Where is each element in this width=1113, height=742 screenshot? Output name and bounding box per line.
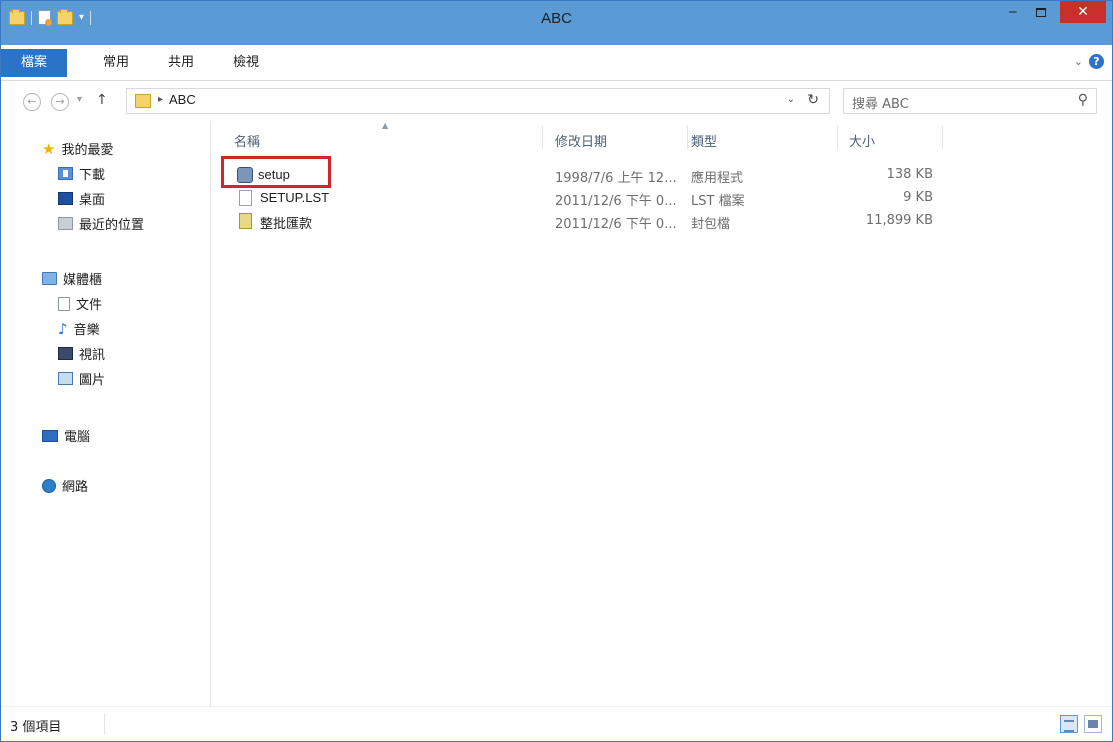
computer-icon (42, 429, 58, 442)
network-icon (42, 478, 56, 493)
refresh-icon[interactable]: ↻ (807, 92, 819, 108)
file-list: 名稱 ▲ 修改日期 類型 大小 setup 1998/7/6 上午 12... … (212, 121, 1112, 706)
sidebar-item-label: 媒體櫃 (63, 273, 103, 288)
video-icon (58, 347, 73, 360)
star-icon: ★ (42, 139, 56, 158)
item-count: 3 個項目 (10, 720, 62, 735)
ribbon: 檔案 常用 共用 檢視 ⌄ ? (1, 45, 1112, 81)
sort-ascending-icon: ▲ (382, 121, 389, 130)
search-icon[interactable]: ⚲ (1078, 92, 1088, 108)
sidebar-item-label: 電腦 (64, 430, 91, 445)
sidebar-item-label: 最近的位置 (79, 218, 145, 233)
window-title: ABC (541, 10, 572, 27)
folder-icon (135, 94, 151, 108)
status-divider (104, 713, 105, 735)
help-icon[interactable]: ? (1089, 54, 1104, 69)
sidebar-item-label: 視訊 (79, 348, 106, 363)
tab-share[interactable]: 共用 (168, 52, 194, 74)
address-history-icon[interactable]: ⌄ (787, 94, 795, 105)
file-size: 11,899 KB (865, 213, 933, 228)
sidebar-item-documents[interactable]: 文件 (58, 294, 102, 313)
explorer-window: ▾ ABC ‒ ✕ 檔案 常用 共用 檢視 ⌄ ? ← → ▾ ↑ ▸ ABC … (0, 0, 1113, 742)
sidebar-item-favorites[interactable]: ★ 我的最愛 (42, 139, 113, 158)
sidebar-item-label: 桌面 (79, 193, 106, 208)
sidebar-item-music[interactable]: ♪ 音樂 (58, 319, 100, 338)
close-button[interactable]: ✕ (1060, 1, 1106, 23)
column-header-size[interactable]: 大小 (849, 131, 875, 150)
search-input[interactable]: 搜尋 ABC (852, 93, 909, 112)
pictures-icon (58, 372, 73, 385)
tab-file[interactable]: 檔案 (1, 49, 67, 77)
address-bar[interactable]: ▸ ABC ⌄ ↻ (126, 88, 830, 114)
maximize-icon (1036, 7, 1046, 17)
sidebar-item-label: 我的最愛 (61, 143, 114, 158)
sidebar-item-label: 文件 (76, 298, 103, 313)
column-header-date[interactable]: 修改日期 (555, 131, 607, 150)
file-row-cab[interactable]: 整批匯款 2011/12/6 下午 0... 封包檔 11,899 KB (212, 210, 952, 232)
maximize-button[interactable] (1028, 1, 1054, 23)
minimize-button[interactable]: ‒ (1000, 1, 1026, 23)
downloads-icon (58, 167, 73, 180)
desktop-icon (58, 192, 73, 205)
large-icons-view-button[interactable] (1084, 715, 1102, 733)
column-divider[interactable] (837, 125, 838, 149)
up-button[interactable]: ↑ (96, 92, 108, 108)
sidebar-item-label: 下載 (79, 168, 106, 183)
documents-icon (58, 296, 70, 311)
file-name: 整批匯款 (260, 216, 313, 231)
sidebar-item-recent-places[interactable]: 最近的位置 (58, 214, 144, 233)
sidebar-item-label: 圖片 (79, 373, 106, 388)
sidebar-item-network[interactable]: 網路 (42, 476, 88, 495)
sidebar-item-desktop[interactable]: 桌面 (58, 189, 105, 208)
column-divider[interactable] (542, 125, 543, 149)
forward-button[interactable]: → (51, 93, 69, 111)
cabinet-file-icon (239, 213, 252, 229)
tab-view[interactable]: 檢視 (233, 52, 259, 74)
column-divider[interactable] (687, 125, 688, 149)
breadcrumb-arrow-icon[interactable]: ▸ (158, 94, 163, 105)
file-size: 9 KB (903, 190, 933, 205)
highlight-box (221, 156, 331, 188)
ribbon-controls: ⌄ ? (1074, 54, 1104, 69)
navigation-bar: ← → ▾ ↑ ▸ ABC ⌄ ↻ 搜尋 ABC ⚲ (1, 81, 1112, 121)
sidebar-item-label: 音樂 (73, 323, 100, 338)
libraries-icon (42, 272, 57, 285)
expand-ribbon-icon[interactable]: ⌄ (1074, 55, 1083, 68)
status-bar: 3 個項目 (1, 706, 1112, 741)
column-header-name[interactable]: 名稱 (234, 131, 260, 150)
recent-places-icon (58, 217, 73, 230)
sidebar-item-downloads[interactable]: 下載 (58, 164, 105, 183)
sidebar-item-pictures[interactable]: 圖片 (58, 369, 105, 388)
main-body: ★ 我的最愛 下載 桌面 最近的位置 媒體櫃 文件 ♪ 音樂 視訊 圖片 電腦 … (1, 121, 1112, 706)
sidebar-item-label: 網路 (62, 480, 89, 495)
recent-locations-icon[interactable]: ▾ (77, 94, 82, 105)
file-type: 應用程式 (691, 171, 744, 186)
sidebar-item-videos[interactable]: 視訊 (58, 344, 105, 363)
column-divider[interactable] (942, 125, 943, 149)
lst-file-icon (239, 190, 252, 206)
tab-home[interactable]: 常用 (103, 52, 129, 74)
file-modified-date: 2011/12/6 下午 0... (555, 194, 677, 209)
file-type: 封包檔 (691, 217, 731, 232)
music-icon: ♪ (58, 319, 68, 338)
title-bar[interactable]: ▾ ABC ‒ ✕ (1, 1, 1112, 45)
file-modified-date: 1998/7/6 上午 12... (555, 171, 677, 186)
back-button[interactable]: ← (23, 93, 41, 111)
breadcrumb-item[interactable]: ABC (169, 92, 196, 107)
file-type: LST 檔案 (691, 194, 745, 209)
file-row-setup-lst[interactable]: SETUP.LST 2011/12/6 下午 0... LST 檔案 9 KB (212, 187, 952, 209)
navigation-pane: ★ 我的最愛 下載 桌面 最近的位置 媒體櫃 文件 ♪ 音樂 視訊 圖片 電腦 … (1, 121, 211, 706)
details-view-button[interactable] (1060, 715, 1078, 733)
sidebar-item-computer[interactable]: 電腦 (42, 426, 90, 445)
file-size: 138 KB (886, 167, 933, 182)
column-header-type[interactable]: 類型 (691, 131, 717, 150)
file-name: SETUP.LST (260, 190, 330, 205)
sidebar-item-libraries[interactable]: 媒體櫃 (42, 269, 102, 288)
search-box[interactable]: 搜尋 ABC ⚲ (843, 88, 1097, 114)
file-modified-date: 2011/12/6 下午 0... (555, 217, 677, 232)
